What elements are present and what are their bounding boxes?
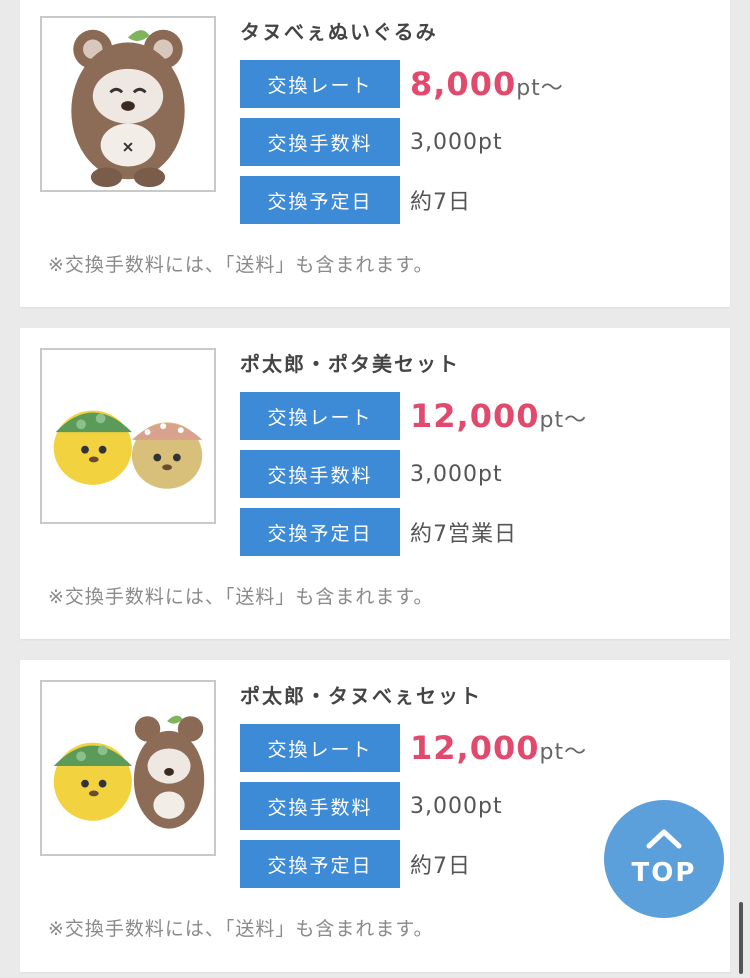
exchange-date-label: 交換予定日 [240, 508, 400, 556]
exchange-fee-label: 交換手数料 [240, 118, 400, 166]
exchange-rate-number: 12,000 [410, 397, 540, 435]
exchange-rate-value: 12,000pt〜 [410, 397, 587, 435]
exchange-fee-value: 3,000pt [410, 461, 503, 487]
exchange-fee-value: 3,000pt [410, 129, 503, 155]
shipping-note: ※交換手数料には、「送料」も含まれます。 [48, 586, 434, 608]
exchange-fee-value: 3,000pt [410, 793, 503, 819]
exchange-fee-label: 交換手数料 [240, 782, 400, 830]
exchange-rate-row: 交換レート 12,000pt〜 [240, 724, 587, 772]
exchange-date-value: 約7日 [410, 854, 471, 879]
exchange-fee-row: 交換手数料 3,000pt [240, 782, 503, 830]
exchange-date-row: 交換予定日 約7日 [240, 840, 471, 888]
exchange-rate-number: 8,000 [410, 65, 517, 103]
exchange-rate-unit: pt〜 [539, 740, 588, 765]
exchange-rate-label: 交換レート [240, 60, 400, 108]
exchange-rate-row: 交換レート 8,000pt〜 [240, 60, 564, 108]
exchange-fee-row: 交換手数料 3,000pt [240, 450, 503, 498]
shipping-note: ※交換手数料には、「送料」も含まれます。 [48, 254, 434, 276]
exchange-rate-label: 交換レート [240, 392, 400, 440]
exchange-date-label: 交換予定日 [240, 840, 400, 888]
chevron-up-icon [646, 826, 682, 854]
exchange-fee-label: 交換手数料 [240, 450, 400, 498]
exchange-date-value: 約7営業日 [410, 522, 517, 547]
product-card: タヌべぇぬいぐるみ 交換レート 8,000pt〜 交換手数料 3,000pt 交… [20, 0, 730, 307]
exchange-rate-label: 交換レート [240, 724, 400, 772]
exchange-date-row: 交換予定日 約7営業日 [240, 508, 517, 556]
scroll-to-top-label: TOP [631, 858, 697, 888]
exchange-date-label: 交換予定日 [240, 176, 400, 224]
tanubee-plush-image [71, 29, 185, 188]
exchange-rate-unit: pt〜 [539, 408, 588, 433]
exchange-date-value: 約7日 [410, 190, 471, 215]
product-card: ポ太郎・ポタ美セット 交換レート 12,000pt〜 交換手数料 3,000pt… [20, 328, 730, 639]
product-image-potaro-potami-set[interactable] [40, 348, 216, 524]
exchange-rate-row: 交換レート 12,000pt〜 [240, 392, 587, 440]
product-image-potaro-tanubee-set[interactable] [40, 680, 216, 856]
exchange-rate-number: 12,000 [410, 729, 540, 767]
exchange-fee-row: 交換手数料 3,000pt [240, 118, 503, 166]
exchange-rate-value: 8,000pt〜 [410, 65, 564, 103]
shipping-note: ※交換手数料には、「送料」も含まれます。 [48, 918, 434, 940]
product-title: ポ太郎・タヌべぇセット [240, 684, 482, 708]
scrollbar-thumb[interactable] [739, 902, 743, 974]
exchange-rate-unit: pt〜 [516, 76, 564, 101]
product-image-tanubee-plush[interactable] [40, 16, 216, 192]
product-title: タヌべぇぬいぐるみ [240, 20, 438, 44]
scroll-to-top-button[interactable]: TOP [604, 800, 724, 918]
potaro-potami-set-image [53, 410, 203, 489]
product-title: ポ太郎・ポタ美セット [240, 352, 460, 376]
potaro-tanubee-set-image [53, 715, 205, 829]
exchange-rate-value: 12,000pt〜 [410, 729, 587, 767]
exchange-date-row: 交換予定日 約7日 [240, 176, 471, 224]
